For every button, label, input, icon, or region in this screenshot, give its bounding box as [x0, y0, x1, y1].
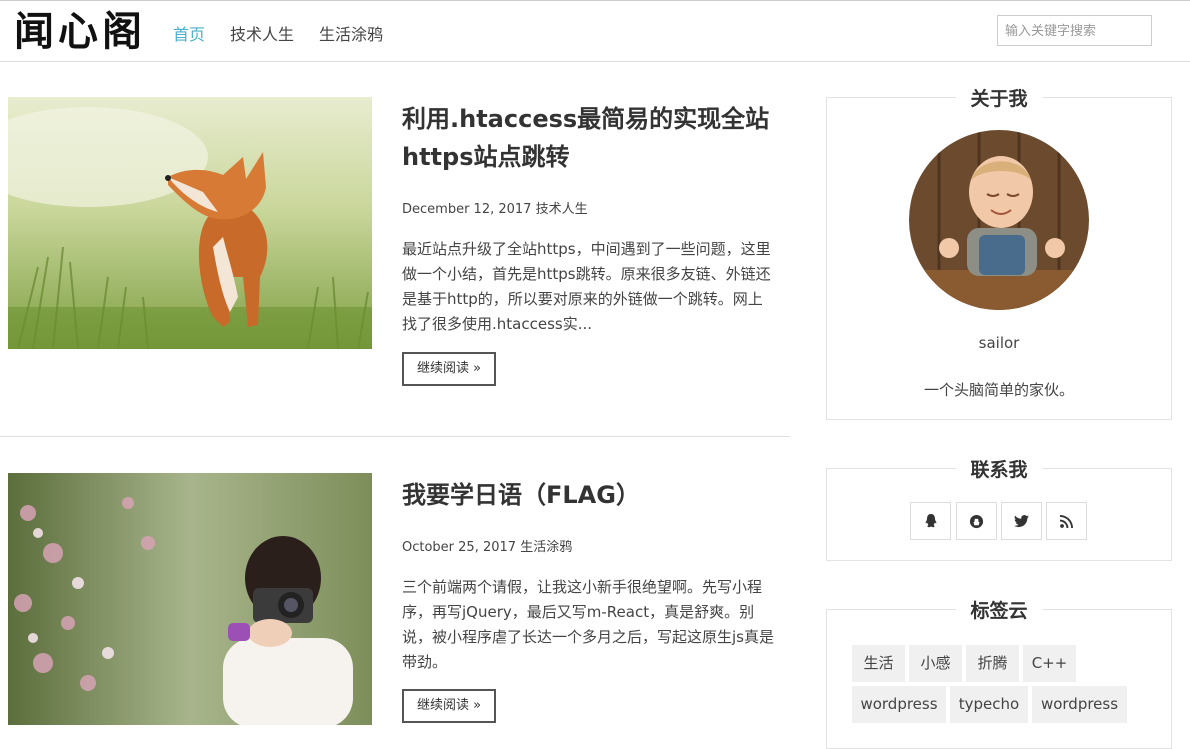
author-name: sailor	[978, 334, 1020, 352]
post-date: October 25, 2017	[402, 540, 517, 555]
github-icon[interactable]	[956, 502, 997, 540]
author-bio: 一个头脑简单的家伙。	[923, 381, 1074, 399]
post-excerpt: 三个前端两个请假，让我这小新手很绝望啊。先写小程序，再写jQuery，最后又写m…	[402, 578, 774, 671]
site-header: 闻心阁 首页 技术人生 生活涂鸦	[0, 1, 1190, 62]
post-category[interactable]: 生活涂鸦	[520, 540, 572, 555]
qq-icon[interactable]	[910, 502, 951, 540]
tag-item[interactable]: typecho	[950, 686, 1028, 723]
post-divider	[0, 436, 790, 437]
tag-item[interactable]: wordpress	[852, 686, 946, 723]
about-widget: 关于我 sailor 一个头脑简单的家伙。	[826, 88, 1172, 420]
post-date: December 12, 2017	[402, 202, 532, 217]
post-excerpt: 最近站点升级了全站https，中间遇到了一些问题，这里做一个小结，首先是http…	[402, 240, 771, 333]
tag-item[interactable]: 生活	[852, 645, 905, 682]
post-title[interactable]: 我要学日语（FLAG）	[402, 476, 772, 514]
post-category[interactable]: 技术人生	[536, 202, 588, 217]
post-thumbnail-fox[interactable]	[8, 97, 372, 349]
tag-item[interactable]: wordpress	[1032, 686, 1127, 723]
tag-item[interactable]: C++	[1023, 645, 1076, 682]
widget-title: 关于我	[827, 84, 1171, 111]
contact-widget: 联系我	[826, 459, 1172, 561]
widget-title: 联系我	[827, 455, 1171, 482]
read-more-button[interactable]: 继续阅读 »	[402, 689, 496, 723]
post-meta: October 25, 2017 生活涂鸦	[402, 536, 572, 555]
avatar	[909, 130, 1089, 310]
tag-item[interactable]: 折腾	[966, 645, 1019, 682]
post-meta: December 12, 2017 技术人生	[402, 198, 588, 217]
nav-item-home[interactable]: 首页	[173, 21, 205, 45]
post-title[interactable]: 利用.htaccess最简易的实现全站https站点跳转	[402, 100, 772, 176]
nav-item-tech-life[interactable]: 技术人生	[230, 21, 294, 45]
rss-icon[interactable]	[1046, 502, 1087, 540]
tag-item[interactable]: 小感	[909, 645, 962, 682]
widget-title: 标签云	[827, 596, 1171, 623]
read-more-button[interactable]: 继续阅读 »	[402, 352, 496, 386]
twitter-icon[interactable]	[1001, 502, 1042, 540]
site-logo[interactable]: 闻心阁	[14, 10, 146, 54]
nav-item-life-doodle[interactable]: 生活涂鸦	[319, 21, 383, 45]
post-thumbnail-photographer[interactable]	[8, 473, 372, 725]
search-input[interactable]	[997, 15, 1152, 46]
